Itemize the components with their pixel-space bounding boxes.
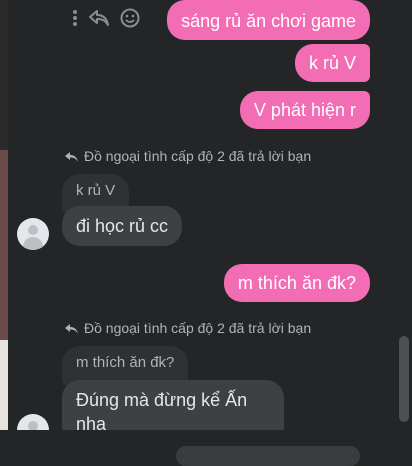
incoming-message[interactable]: đi học rủ cc (62, 206, 183, 246)
scrollbar[interactable] (396, 0, 412, 430)
incoming-message[interactable]: Đúng mà đừng kể Ấn nha (62, 380, 284, 430)
reply-notice: Đồ ngoại tình cấp độ 2 đã trả lời bạn (64, 148, 311, 164)
emoji-icon[interactable] (120, 8, 140, 33)
chat-thread[interactable]: sáng rủ ăn chơi game k rủ V V phát hiện … (8, 0, 396, 430)
background-strip (0, 0, 8, 454)
reply-arrow-icon (65, 324, 78, 334)
outgoing-message[interactable]: V phát hiện r (239, 91, 370, 129)
outgoing-message[interactable]: sáng rủ ăn chơi game (167, 0, 370, 40)
more-icon[interactable] (72, 9, 78, 32)
message-actions (72, 8, 140, 33)
bottom-area (0, 430, 412, 466)
scrollbar-thumb[interactable] (399, 336, 409, 422)
outgoing-message[interactable]: m thích ăn đk? (223, 264, 370, 302)
composer-hint (176, 446, 360, 466)
avatar-icon[interactable] (17, 414, 49, 430)
outgoing-message[interactable]: k rủ V (294, 44, 370, 82)
avatar-icon[interactable] (17, 218, 49, 250)
reply-icon[interactable] (88, 9, 110, 32)
reply-arrow-icon (65, 152, 78, 162)
reply-notice: Đồ ngoại tình cấp độ 2 đã trả lời bạn (64, 320, 311, 336)
